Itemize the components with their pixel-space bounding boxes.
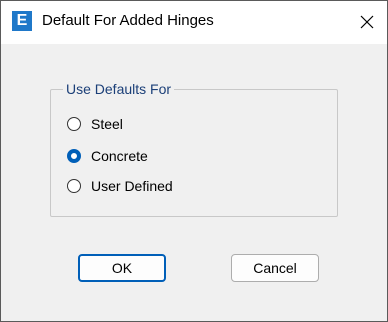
- radio-user-defined-label: User Defined: [91, 178, 173, 194]
- radio-steel-label: Steel: [91, 116, 123, 132]
- radio-user-defined-indicator[interactable]: [67, 179, 81, 193]
- radio-steel-indicator[interactable]: [67, 117, 81, 131]
- title-bar: E Default For Added Hinges: [1, 1, 387, 44]
- ok-button[interactable]: OK: [78, 254, 166, 282]
- groupbox-label: Use Defaults For: [63, 81, 175, 97]
- radio-concrete-indicator[interactable]: [67, 149, 81, 163]
- radio-concrete[interactable]: Concrete: [67, 148, 148, 164]
- use-defaults-groupbox: Use Defaults For Steel Concrete User Def…: [50, 81, 338, 217]
- dialog-window: E Default For Added Hinges Use Defaults …: [0, 0, 388, 322]
- window-title: Default For Added Hinges: [42, 12, 214, 29]
- close-icon: [360, 15, 374, 29]
- radio-user-defined[interactable]: User Defined: [67, 178, 173, 194]
- radio-steel[interactable]: Steel: [67, 116, 123, 132]
- cancel-button[interactable]: Cancel: [231, 254, 319, 282]
- app-icon: E: [12, 11, 32, 31]
- radio-concrete-label: Concrete: [91, 148, 148, 164]
- close-button[interactable]: [353, 8, 381, 36]
